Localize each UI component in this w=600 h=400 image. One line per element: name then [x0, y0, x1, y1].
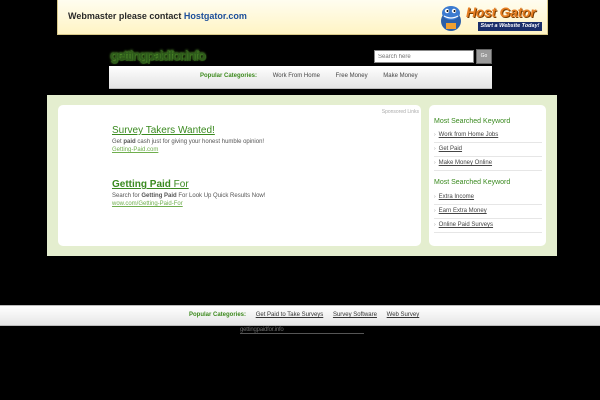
keyword-list: › Work from Home Jobs › Get Paid › Make Mon…	[434, 129, 542, 171]
bullet-icon: ›	[434, 208, 436, 214]
ad-title-link[interactable]: Survey Takers Wanted!	[112, 125, 264, 136]
ad-title-link[interactable]: Getting Paid For	[112, 179, 265, 190]
footer-categories-bar: Popular Categories: Get Paid to Take Sur…	[0, 305, 600, 326]
keyword-item[interactable]: › Get Paid	[434, 143, 542, 157]
footer-link-surveys[interactable]: Get Paid to Take Surveys	[256, 312, 324, 318]
footer-link-survey-software[interactable]: Survey Software	[333, 312, 377, 318]
keyword-list: › Extra Income › Earn Extra Money › Online …	[434, 191, 542, 233]
sidebar-heading: Most Searched Keyword	[434, 179, 511, 186]
keyword-item[interactable]: › Work from Home Jobs	[434, 129, 542, 143]
ad-listing: Getting Paid For Search for Getting Paid…	[112, 179, 265, 207]
bullet-icon: ›	[434, 222, 436, 228]
banner-message: Webmaster please contact Hostgator.com	[68, 11, 247, 21]
ad-url-link[interactable]: wow.com/Getting-Paid-For	[112, 201, 265, 207]
hostgator-link[interactable]: Hostgator.com	[184, 11, 247, 21]
keyword-item[interactable]: › Extra Income	[434, 191, 542, 205]
main-content: Sponsored Links Survey Takers Wanted! Ge…	[47, 95, 557, 256]
ad-description: Get paid cash just for giving your hones…	[112, 139, 265, 145]
bullet-icon: ›	[434, 160, 436, 166]
keyword-item[interactable]: › Make Money Online	[434, 157, 542, 171]
ad-listing: Survey Takers Wanted! Get paid cash just…	[112, 125, 264, 153]
hostgator-tagline: Start a Website Today!	[478, 22, 542, 31]
bullet-icon: ›	[434, 194, 436, 200]
ad-description: Search for Getting Paid For Look Up Quic…	[112, 193, 266, 199]
sponsored-links-label: Sponsored Links	[381, 109, 419, 115]
bullet-icon: ›	[434, 146, 436, 152]
keyword-item[interactable]: › Online Paid Surveys	[434, 219, 542, 233]
bullet-icon: ›	[434, 132, 436, 138]
ad-url-link[interactable]: Getting-Paid.com	[112, 147, 264, 153]
search-input[interactable]	[374, 50, 474, 63]
footer-link-web-survey[interactable]: Web Survey	[387, 312, 420, 318]
banner-text: Webmaster please contact	[68, 11, 182, 21]
gator-mascot-icon	[441, 6, 461, 31]
hostgator-title: Host Gator	[466, 4, 536, 20]
keyword-item[interactable]: › Earn Extra Money	[434, 205, 542, 219]
popular-categories-bar: Popular Categories: Work From Home Free …	[109, 66, 492, 89]
sidebar-heading: Most Searched Keyword	[434, 118, 511, 125]
search-button[interactable]: Go	[476, 49, 492, 64]
category-link-make-money[interactable]: Make Money	[383, 73, 417, 79]
category-link-work-from-home[interactable]: Work From Home	[273, 73, 320, 79]
popular-categories-label: Popular Categories:	[200, 73, 258, 79]
footer-copyright: gettingpaidfor.info	[240, 326, 364, 334]
keyword-sidebar: Most Searched Keyword › Work from Home Jo…	[429, 105, 546, 246]
sponsored-results-panel: Sponsored Links Survey Takers Wanted! Ge…	[58, 105, 421, 246]
hosting-banner[interactable]: Webmaster please contact Hostgator.com H…	[57, 0, 548, 35]
category-link-free-money[interactable]: Free Money	[336, 73, 368, 79]
footer-categories-label: Popular Categories:	[189, 312, 247, 318]
site-logo[interactable]: gettingpaidfor.info	[110, 47, 206, 63]
hostgator-logo[interactable]: Host Gator Start a Website Today!	[438, 3, 544, 32]
